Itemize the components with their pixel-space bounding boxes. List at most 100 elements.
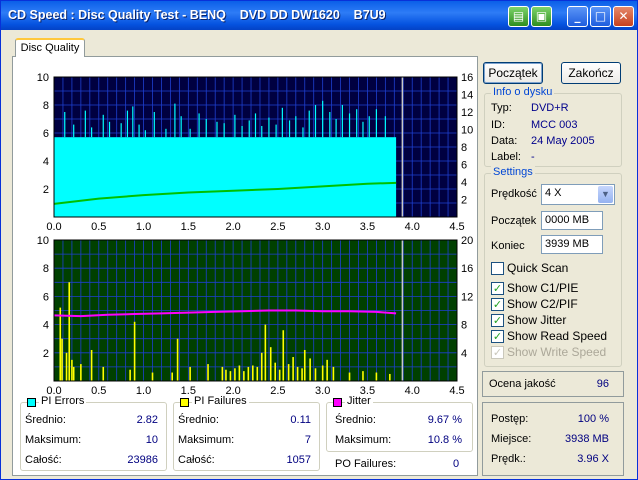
speed-select[interactable]: 4 X ▼ — [541, 184, 615, 205]
pi-failures-chart: 0.0 0.5 1.0 1.5 2.0 2.5 3.0 3.5 4.0 4.52468104812… — [37, 235, 474, 397]
end-pos-label: Koniec — [491, 240, 525, 252]
quick-scan-label: Quick Scan — [507, 261, 569, 275]
y-right-tick-label: 2 — [461, 195, 467, 207]
show-read-speed-checkbox[interactable]: ✓ — [491, 330, 504, 343]
show-c2-label: Show C2/PIF — [507, 297, 578, 311]
x-tick-label: 1.0 — [136, 221, 151, 232]
x-tick-label: 1.0 — [136, 385, 151, 397]
start-pos-input[interactable]: 0000 MB — [541, 211, 603, 230]
progress-box: Postęp: 100 % Miejsce: 3938 MB Prędk.: 3… — [482, 402, 624, 476]
pi-errors-max-value: 10 — [145, 434, 158, 446]
po-failures-label: PO Failures: — [335, 458, 397, 470]
disc-type-value: DVD+R — [531, 102, 569, 114]
y-left-tick-label: 8 — [43, 263, 49, 275]
jitter-avg-label: Średnio: — [335, 414, 376, 426]
disc-id-label: ID: — [491, 119, 506, 131]
pi-errors-avg-label: Średnio: — [25, 414, 66, 426]
settings-group: Settings Prędkość 4 X ▼ Początek 0000 MB… — [484, 166, 622, 367]
show-jitter-label: Show Jitter — [507, 313, 567, 327]
pi-errors-avg-value: 2.82 — [136, 414, 158, 426]
jitter-title: Jitter — [345, 395, 373, 407]
jitter-max-value: 10.8 % — [427, 434, 462, 446]
quality-box: Ocena jakość 96 — [482, 371, 624, 397]
disc-label-value: - — [531, 151, 535, 163]
pi-failures-group: PI Failures Średnio: 0.11 Maksimum: 7 Ca… — [173, 395, 320, 471]
speed-readout-label: Prędk.: — [491, 453, 526, 465]
disc-id-value: MCC 003 — [531, 119, 578, 131]
save-icon[interactable]: ▣ — [531, 6, 552, 27]
y-left-tick-label: 10 — [37, 72, 49, 84]
window-title: CD Speed : Disc Quality Test - BENQ DVD … — [8, 8, 386, 22]
x-tick-label: 0.5 — [91, 385, 106, 397]
end-pos-input[interactable]: 3939 MB — [541, 235, 603, 254]
y-right-tick-label: 4 — [461, 177, 467, 189]
x-tick-label: 2.5 — [270, 385, 285, 397]
pi-failures-max-label: Maksimum: — [178, 434, 235, 446]
pi-failures-avg-value: 0.11 — [290, 414, 311, 426]
disc-date-value: 24 May 2005 — [531, 135, 595, 147]
start-pos-label: Początek — [491, 215, 537, 227]
y-left-tick-label: 8 — [43, 100, 49, 112]
tab-panel: 0.0 0.5 1.0 1.5 2.0 2.5 3.0 3.5 4.0 4.5 2 4 6 8 10 2 4 6 8… — [12, 56, 478, 476]
title-bar[interactable]: CD Speed : Disc Quality Test - BENQ DVD … — [1, 1, 637, 30]
x-tick-label: 0.0 — [46, 221, 61, 232]
show-write-speed-label: Show Write Speed — [507, 345, 607, 359]
pi-errors-max-label: Maksimum: — [25, 434, 82, 446]
show-write-speed-checkbox: ✓ — [491, 346, 504, 359]
show-read-speed-label: Show Read Speed — [507, 329, 608, 343]
position-value: 3938 MB — [564, 433, 609, 445]
pi-errors-total-label: Całość: — [25, 454, 62, 466]
x-tick-label: 3.0 — [315, 385, 330, 397]
disc-type-label: Typ: — [491, 102, 512, 114]
x-tick-label: 2.0 — [225, 221, 240, 232]
quality-value: 96 — [596, 378, 609, 390]
speed-readout-value: 3.96 X — [577, 453, 609, 465]
show-jitter-checkbox[interactable]: ✓ — [491, 314, 504, 327]
maximize-button[interactable]: □ — [590, 6, 611, 27]
y-right-tick-label: 4 — [461, 348, 467, 360]
app-icon-button[interactable]: ▤ — [508, 6, 529, 27]
disc-date-label: Data: — [491, 135, 518, 147]
speed-label: Prędkość — [491, 188, 537, 200]
quality-label: Ocena jakość — [489, 378, 556, 390]
pi-errors-swatch — [27, 398, 36, 407]
x-tick-label: 4.0 — [405, 385, 420, 397]
speed-select-value: 4 X — [545, 187, 562, 199]
y-right-tick-label: 10 — [461, 125, 473, 137]
minimize-button[interactable]: _ — [567, 6, 588, 27]
disc-info-group: Info o dysku Typ: DVD+R ID: MCC 003 Data… — [484, 86, 622, 167]
y-left-tick-label: 4 — [43, 320, 49, 332]
settings-title: Settings — [491, 166, 535, 178]
show-c1-label: Show C1/PIE — [507, 281, 579, 295]
show-c1-checkbox[interactable]: ✓ — [491, 282, 504, 295]
disc-label-label: Label: — [491, 151, 521, 163]
x-tick-label: 4.5 — [449, 385, 464, 397]
y-right-tick-label: 16 — [461, 263, 473, 275]
chevron-down-icon[interactable]: ▼ — [598, 186, 613, 203]
y-left-tick-label: 10 — [37, 235, 49, 247]
exit-button[interactable]: Zakończ — [561, 62, 621, 84]
y-left-tick-label: 6 — [43, 291, 49, 303]
pi-errors-title: PI Errors — [39, 395, 87, 407]
position-label: Miejsce: — [491, 433, 532, 445]
jitter-swatch — [333, 398, 342, 407]
y-left-tick-label: 2 — [43, 184, 49, 196]
pi-errors-group: PI Errors Średnio: 2.82 Maksimum: 10 Cał… — [20, 395, 167, 471]
pi-failures-max-value: 7 — [304, 434, 311, 446]
pi-errors-chart: 0.0 0.5 1.0 1.5 2.0 2.5 3.0 3.5 4.0 4.5 2 4 6 8 10 2 4 6 8… — [37, 72, 474, 232]
y-right-tick-label: 8 — [461, 320, 467, 332]
show-c2-checkbox[interactable]: ✓ — [491, 298, 504, 311]
pi-errors-total-value: 23986 — [127, 454, 158, 466]
tab-disc-quality[interactable]: Disc Quality — [15, 38, 85, 57]
progress-label: Postęp: — [491, 413, 529, 425]
quick-scan-checkbox[interactable] — [491, 262, 504, 275]
x-tick-label: 2.5 — [270, 221, 285, 232]
close-button[interactable]: ✕ — [613, 6, 634, 27]
y-right-tick-label: 12 — [461, 291, 473, 303]
start-button[interactable]: Początek — [483, 62, 543, 84]
y-right-tick-label: 14 — [461, 90, 473, 102]
x-tick-label: 1.5 — [181, 221, 196, 232]
jitter-avg-value: 9.67 % — [427, 414, 462, 426]
x-tick-label: 4.0 — [405, 221, 420, 232]
y-right-tick-label: 16 — [461, 72, 473, 84]
